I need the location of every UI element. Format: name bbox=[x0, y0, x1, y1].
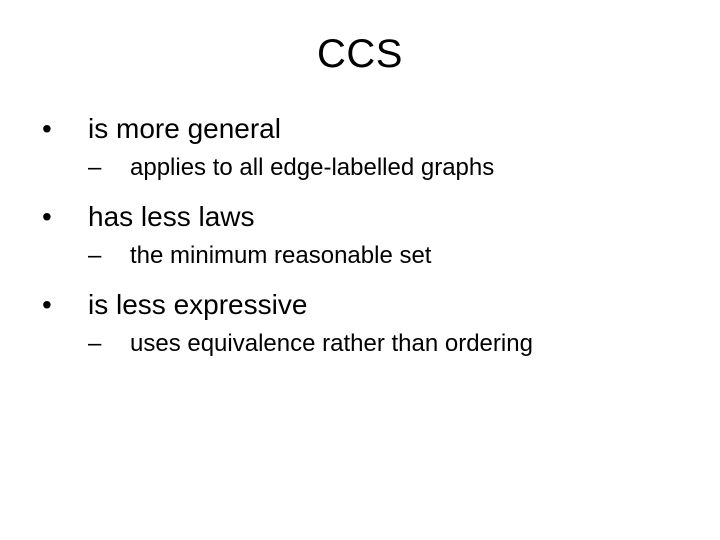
sub-list-item-text: uses equivalence rather than ordering bbox=[130, 328, 533, 359]
bullet-icon: • bbox=[42, 112, 88, 146]
dash-icon: – bbox=[88, 153, 130, 183]
list-item: • has less laws bbox=[42, 199, 684, 234]
sub-list-item-text: applies to all edge-labelled graphs bbox=[130, 152, 494, 183]
list-item-text: is more general bbox=[88, 111, 281, 146]
bullet-icon: • bbox=[42, 200, 88, 234]
sub-list-item: – the minimum reasonable set bbox=[88, 240, 684, 271]
list-item: • is more general bbox=[42, 111, 684, 146]
sub-list-item: – uses equivalence rather than ordering bbox=[88, 328, 684, 359]
list-item-text: has less laws bbox=[88, 199, 255, 234]
slide-title: CCS bbox=[36, 32, 684, 77]
dash-icon: – bbox=[88, 329, 130, 359]
dash-icon: – bbox=[88, 241, 130, 271]
bullet-icon: • bbox=[42, 288, 88, 322]
slide: CCS • is more general – applies to all e… bbox=[0, 0, 720, 540]
sub-list-item: – applies to all edge-labelled graphs bbox=[88, 152, 684, 183]
sub-list-item-text: the minimum reasonable set bbox=[130, 240, 431, 271]
list-item: • is less expressive bbox=[42, 287, 684, 322]
list-item-text: is less expressive bbox=[88, 287, 307, 322]
